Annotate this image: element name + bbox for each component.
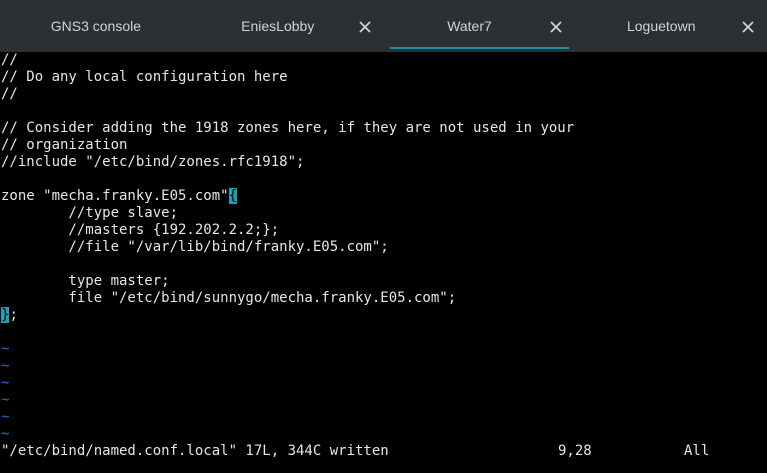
editor-line: // Do any local configuration here [1,69,288,85]
editor-line: // Consider adding the 1918 zones here, … [1,120,575,136]
editor-line: // organization [1,137,128,153]
editor-line-cursor: zone "mecha.franky.E05.com"{ [1,188,238,205]
editor-line-text: zone "mecha.franky.E05.com" [1,188,229,204]
editor-line-text: ; [9,307,18,323]
cursor-position: 9,28 [558,443,592,459]
editor-line-closing: }; [1,307,18,324]
editor-line: //masters {192.202.2.2;}; [1,222,280,238]
editor-line: //file "/var/lib/bind/franky.E05.com"; [1,239,389,255]
status-message: "/etc/bind/named.conf.local" 17L, 344C w… [1,443,389,459]
tab-label: EniesLobby [241,18,315,34]
close-icon[interactable] [549,20,563,34]
tab-label: Water7 [447,18,492,34]
scroll-position: All [684,443,710,459]
terminal-area[interactable]: // // Do any local configuration here //… [0,52,767,473]
empty-line-marker: ~ [1,392,10,408]
empty-line-marker: ~ [1,409,10,425]
editor-line: //include "/etc/bind/zones.rfc1918"; [1,154,305,170]
tab-gns3-console[interactable]: GNS3 console [0,0,192,52]
empty-line-marker: ~ [1,375,10,391]
text-cursor: { [228,188,238,204]
tab-water7[interactable]: Water7 [384,0,576,52]
tab-loguetown[interactable]: Loguetown [575,0,767,52]
close-icon[interactable] [358,20,372,34]
editor-line: file "/etc/bind/sunnygo/mecha.franky.E05… [1,290,457,306]
terminal-window: GNS3 console EniesLobby Water7 Loguetown… [0,0,767,473]
tab-enieslobby[interactable]: EniesLobby [192,0,384,52]
active-tab-indicator [389,47,570,49]
tab-label: Loguetown [626,18,696,34]
close-icon[interactable] [741,20,755,34]
empty-line-marker: ~ [1,341,10,357]
empty-line-marker: ~ [1,426,10,442]
editor-line: // [1,52,18,68]
empty-line-marker: ~ [1,358,10,374]
editor-line: type master; [1,273,170,289]
editor-line: //type slave; [1,205,179,221]
editor-line: // [1,86,18,102]
tab-bar: GNS3 console EniesLobby Water7 Loguetown [0,0,767,52]
tab-label: GNS3 console [50,18,142,34]
